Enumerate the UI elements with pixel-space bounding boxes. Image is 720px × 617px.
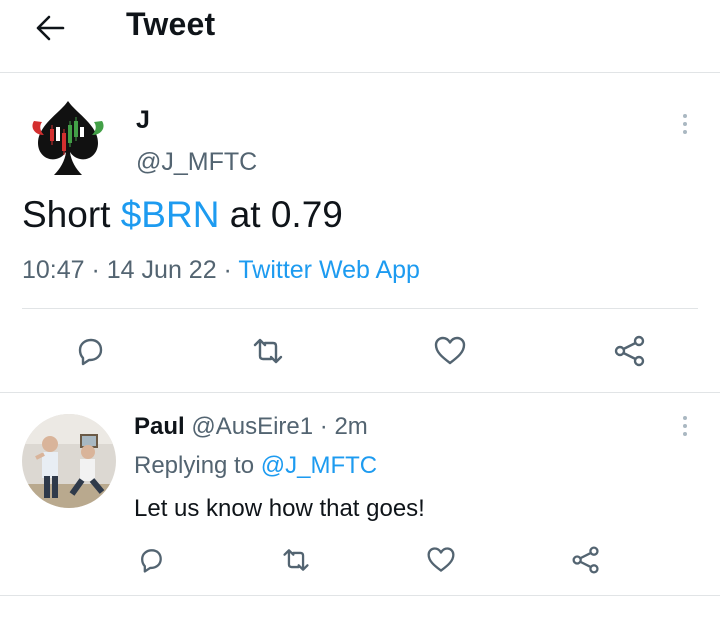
reply-text: Let us know how that goes! xyxy=(134,495,425,522)
tweet-date[interactable]: 14 Jun 22 xyxy=(107,256,217,284)
more-options-button[interactable] xyxy=(673,109,697,139)
reply-share-button[interactable] xyxy=(566,540,606,580)
tweet-time[interactable]: 10:47 xyxy=(22,256,85,284)
tweet-text: Short $BRN at 0.79 xyxy=(22,194,343,236)
divider xyxy=(22,308,698,309)
replying-to-link[interactable]: @J_MFTC xyxy=(261,452,377,479)
share-icon xyxy=(614,335,645,367)
main-tweet: J @J_MFTC Short $BRN at 0.79 10:47 · 14 … xyxy=(0,73,720,393)
divider xyxy=(0,595,720,596)
reply-avatar[interactable] xyxy=(22,414,116,508)
replying-to: Replying to @J_MFTC xyxy=(134,452,377,480)
tweet-text-start: Short xyxy=(22,194,121,235)
dot-icon xyxy=(683,122,687,126)
back-arrow-icon xyxy=(36,15,65,41)
tweet-meta: 10:47 · 14 Jun 22 · Twitter Web App xyxy=(22,256,420,285)
dot-icon xyxy=(683,416,687,420)
share-button[interactable] xyxy=(610,331,650,371)
back-button[interactable] xyxy=(30,8,70,48)
profile-photo xyxy=(22,414,116,508)
reply-header: Paul @AusEire1 · 2m xyxy=(134,413,368,441)
dot-icon xyxy=(683,432,687,436)
share-icon xyxy=(572,546,599,574)
separator: · xyxy=(84,256,107,284)
reply-button[interactable] xyxy=(70,331,110,371)
cashtag-link[interactable]: $BRN xyxy=(121,194,220,235)
reply-icon xyxy=(78,338,103,366)
separator: · xyxy=(313,413,335,440)
retweet-icon xyxy=(283,549,309,571)
reply-retweet-button[interactable] xyxy=(276,540,316,580)
reply-icon xyxy=(141,549,162,573)
dot-icon xyxy=(683,424,687,428)
reply-reply-button[interactable] xyxy=(131,540,171,580)
author-name[interactable]: J xyxy=(136,106,150,135)
replying-prefix: Replying to xyxy=(134,452,261,479)
like-icon xyxy=(434,336,466,365)
reply-like-button[interactable] xyxy=(421,540,461,580)
tweet-source-link[interactable]: Twitter Web App xyxy=(238,256,420,284)
reply-more-options-button[interactable] xyxy=(673,411,697,441)
reply-age[interactable]: 2m xyxy=(334,413,367,440)
reply-tweet[interactable]: Paul @AusEire1 · 2m Replying to @J_MFTC … xyxy=(0,394,720,596)
like-button[interactable] xyxy=(430,331,470,371)
dot-icon xyxy=(683,130,687,134)
reply-author-handle[interactable]: @AusEire1 xyxy=(191,413,313,440)
spade-bull-logo xyxy=(32,101,104,175)
separator: · xyxy=(216,256,239,284)
retweet-icon xyxy=(253,338,283,364)
reply-author-name[interactable]: Paul xyxy=(134,413,185,440)
top-bar: Tweet xyxy=(0,0,720,73)
author-handle[interactable]: @J_MFTC xyxy=(136,148,257,177)
divider xyxy=(0,392,720,393)
dot-icon xyxy=(683,114,687,118)
avatar[interactable] xyxy=(26,95,110,179)
like-icon xyxy=(427,547,455,572)
tweet-text-end: at 0.79 xyxy=(219,194,343,235)
page-title: Tweet xyxy=(126,6,216,42)
retweet-button[interactable] xyxy=(248,331,288,371)
